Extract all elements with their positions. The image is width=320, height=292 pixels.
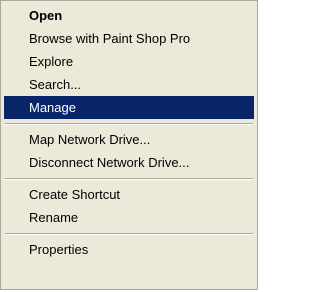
menu-item-open[interactable]: Open [4, 4, 254, 27]
context-menu: Open Browse with Paint Shop Pro Explore … [0, 0, 258, 290]
menu-item-explore[interactable]: Explore [4, 50, 254, 73]
menu-item-search[interactable]: Search... [4, 73, 254, 96]
menu-item-create-shortcut[interactable]: Create Shortcut [4, 183, 254, 206]
menu-separator [4, 229, 254, 238]
menu-item-disconnect-network-drive[interactable]: Disconnect Network Drive... [4, 151, 254, 174]
menu-item-browse-with-paint-shop-pro[interactable]: Browse with Paint Shop Pro [4, 27, 254, 50]
menu-item-map-network-drive[interactable]: Map Network Drive... [4, 128, 254, 151]
menu-separator [4, 174, 254, 183]
menu-separator [4, 119, 254, 128]
menu-item-properties[interactable]: Properties [4, 238, 254, 261]
menu-item-manage[interactable]: Manage [4, 96, 254, 119]
context-menu-items: Open Browse with Paint Shop Pro Explore … [4, 4, 254, 286]
menu-item-rename[interactable]: Rename [4, 206, 254, 229]
